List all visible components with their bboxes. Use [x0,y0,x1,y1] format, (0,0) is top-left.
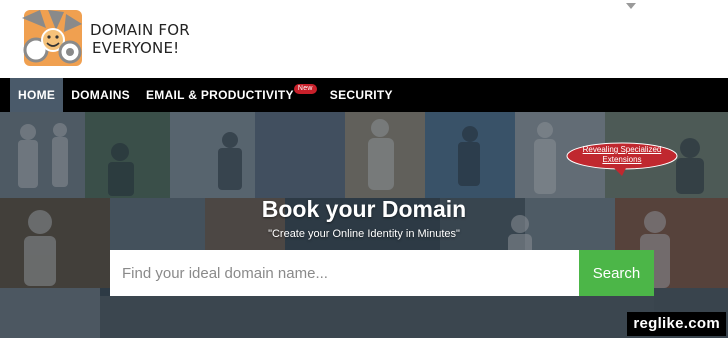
search-button[interactable]: Search [579,250,654,296]
nav-item-security[interactable]: SECURITY [322,78,401,112]
nav-item-label: HOME [18,88,56,102]
new-badge: New [293,84,317,94]
nav-item-email-productivity[interactable]: EMAIL & PRODUCTIVITY New [138,78,322,112]
logo-text: DOMAIN FOR EVERYONE! [90,21,190,57]
nav-item-label: DOMAINS [71,88,130,102]
bubble-label: Revealing Specialized Extensions [582,145,662,164]
watermark-label: reglike.com [627,312,726,336]
revealing-extensions-link[interactable]: Revealing Specialized Extensions [566,142,678,178]
logo-line-2: EVERYONE! [92,39,180,57]
logo-line-1: DOMAIN FOR [90,21,190,39]
nav-item-domains[interactable]: DOMAINS [63,78,138,112]
main-nav: HOME DOMAINS EMAIL & PRODUCTIVITY New SE… [0,78,728,112]
hero-title: Book your Domain [261,196,467,222]
nav-item-label: SECURITY [329,88,393,102]
chevron-down-icon[interactable] [626,3,636,9]
header: DOMAIN FOR EVERYONE! [0,0,728,78]
domain-search-form: Search [110,250,654,296]
smiley-logo-icon [18,8,86,70]
nav-item-home[interactable]: HOME [10,78,64,112]
hero-banner: Revealing Specialized Extensions Book yo… [0,112,728,338]
page: DOMAIN FOR EVERYONE! HOME DOMAINS EMAIL … [0,0,728,338]
domain-search-input[interactable] [110,250,579,296]
hero-subtitle: "Create your Online Identity in Minutes" [268,228,460,240]
logo[interactable]: DOMAIN FOR EVERYONE! [18,8,190,70]
nav-item-label: EMAIL & PRODUCTIVITY [145,88,294,102]
